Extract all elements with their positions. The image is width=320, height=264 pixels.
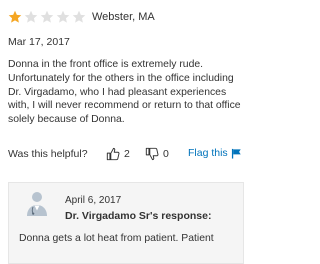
star-empty-icon (24, 10, 38, 24)
review-date: Mar 17, 2017 (8, 36, 70, 48)
reviewer-location: Webster, MA (92, 11, 155, 23)
thumbs-up-count: 2 (124, 148, 130, 160)
flag-button[interactable]: Flag this (188, 147, 242, 159)
rating-row (8, 9, 88, 25)
thumbs-down-count: 0 (163, 148, 169, 160)
doctor-avatar-icon (24, 190, 50, 216)
response-text: Donna gets a lot heat from patient. Pati… (19, 233, 214, 244)
review-text: Donna in the front office is extremely r… (8, 59, 241, 126)
response-author: Dr. Virgadamo Sr's response: (65, 210, 212, 222)
star-rating (8, 10, 88, 24)
star-empty-icon (56, 10, 70, 24)
helpful-label: Was this helpful? (8, 148, 88, 160)
doctor-response: April 6, 2017 Dr. Virgadamo Sr's respons… (8, 182, 244, 264)
thumbs-up-button[interactable]: 2 (106, 147, 130, 161)
thumbs-down-icon (145, 147, 159, 161)
flag-icon (228, 148, 242, 159)
flag-label: Flag this (188, 147, 228, 159)
thumbs-up-icon (106, 147, 120, 161)
star-filled-icon (8, 10, 22, 24)
thumbs-down-button[interactable]: 0 (145, 147, 169, 161)
feedback-bar: Was this helpful? 2 0 Flag this (8, 147, 244, 163)
star-empty-icon (40, 10, 54, 24)
review-card: Webster, MA Mar 17, 2017 Donna in the fr… (0, 0, 250, 264)
star-empty-icon (72, 10, 86, 24)
response-date: April 6, 2017 (65, 195, 122, 206)
